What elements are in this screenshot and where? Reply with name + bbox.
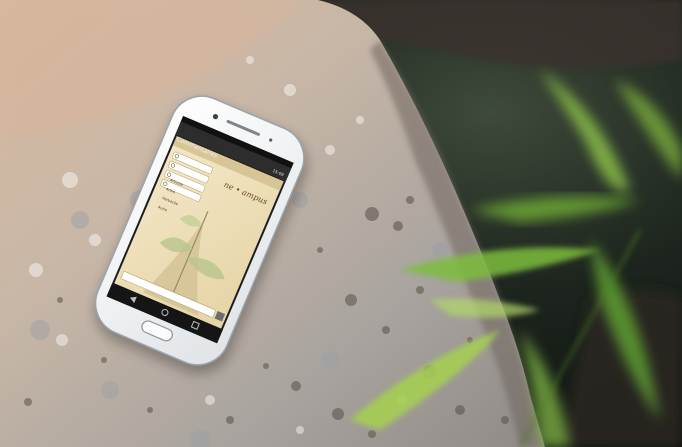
photo: Commentaires 15:09 ne • ampus Arbuste Ar…: [0, 0, 682, 447]
photo-scene: [0, 0, 682, 447]
